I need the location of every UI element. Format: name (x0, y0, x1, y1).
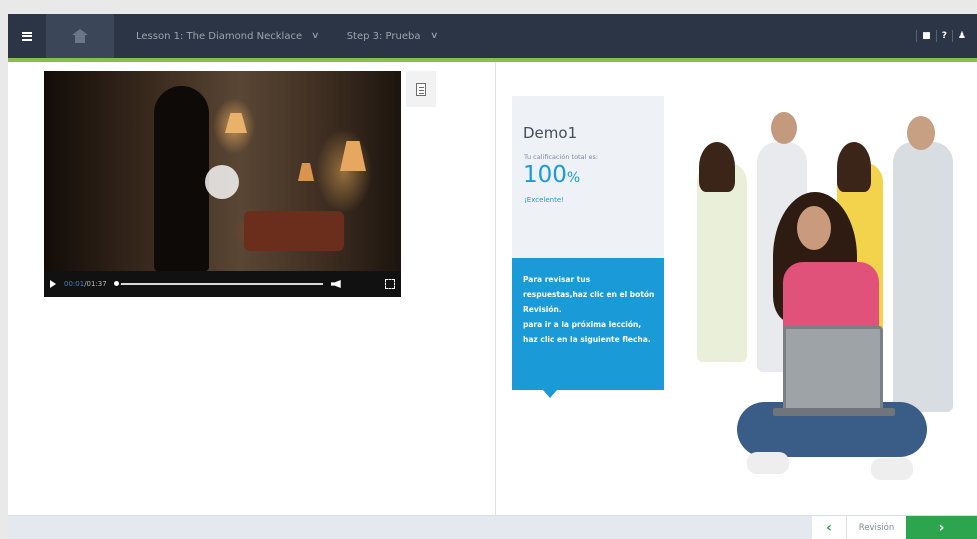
score-label: Tu calificación total es: (524, 153, 599, 161)
volume-icon[interactable] (330, 280, 341, 288)
home-button[interactable] (46, 14, 114, 58)
user-icon[interactable]: ♟ (951, 30, 971, 42)
instructions-card: Para revisar tus respuestas,haz clic en … (512, 258, 664, 390)
score-card: Demo1 Tu calificación total es: 100% ¡Ex… (512, 96, 664, 258)
instruction-next: para ir a la próxima lección, haz clic e… (523, 320, 651, 344)
current-time: 00:01 (64, 280, 85, 288)
transcript-button[interactable] (406, 71, 436, 107)
top-right-tools: ■ ? ♟ (916, 14, 977, 58)
quiz-title: Demo1 (523, 124, 578, 142)
card-pointer (543, 390, 557, 398)
play-icon[interactable] (50, 280, 56, 288)
chevron-right-icon: › (938, 520, 945, 536)
instruction-review: Para revisar tus respuestas,haz clic en … (523, 275, 655, 314)
score-unit: % (566, 170, 581, 186)
chevron-down-icon: ∨ (311, 31, 320, 41)
play-overlay-button[interactable] (205, 165, 239, 199)
video-controls: 00:01/01:37 (44, 271, 401, 297)
video-time: 00:01/01:37 (64, 280, 107, 288)
score-remark: ¡Excelente! (524, 196, 564, 204)
app-frame: Lesson 1: The Diamond Necklace ∨ Step 3:… (8, 14, 977, 539)
laptop-image (783, 326, 883, 412)
document-icon (416, 82, 426, 96)
score-number: 100 (523, 162, 567, 188)
help-icon[interactable]: ? (935, 30, 952, 42)
lesson-selector[interactable]: Lesson 1: The Diamond Necklace ∨ (136, 30, 320, 42)
duration: /01:37 (84, 280, 107, 288)
score-value: 100% (523, 162, 580, 188)
right-pane: Demo1 Tu calificación total es: 100% ¡Ex… (497, 62, 977, 515)
seek-knob[interactable] (111, 279, 121, 288)
book-icon[interactable]: ■ (916, 30, 936, 42)
lesson-label: Lesson 1: The Diamond Necklace (136, 30, 303, 42)
chevron-left-icon: ‹ (826, 520, 832, 536)
students-illustration (687, 102, 972, 515)
home-icon (72, 29, 88, 43)
top-navigation-bar: Lesson 1: The Diamond Necklace ∨ Step 3:… (8, 14, 977, 58)
menu-icon (22, 31, 32, 41)
fullscreen-icon[interactable] (385, 279, 395, 289)
left-pane: 00:01/01:37 (8, 62, 496, 515)
video-player[interactable]: 00:01/01:37 (44, 71, 401, 297)
revision-button[interactable]: Revisión (846, 516, 906, 539)
previous-button[interactable]: ‹ (812, 516, 846, 539)
next-button[interactable]: › (906, 516, 977, 539)
menu-button[interactable] (8, 14, 46, 58)
chevron-down-icon: ∨ (429, 31, 439, 41)
footer-bar: ‹ Revisión › (8, 515, 977, 539)
step-selector[interactable]: Step 3: Prueba ∨ (346, 30, 439, 42)
step-label: Step 3: Prueba (346, 30, 421, 42)
seek-bar[interactable] (111, 279, 323, 288)
